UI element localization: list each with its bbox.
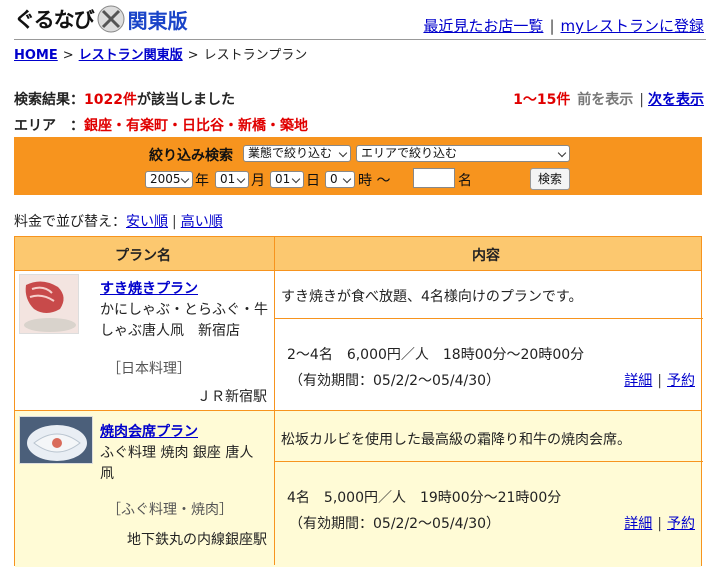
detail-link[interactable]: 詳細: [624, 516, 652, 532]
table-row: 焼肉会席プラン ふぐ料理 焼肉 銀座 唐人凧 ［ふぐ料理・焼肉］ 地下鉄丸の内線…: [15, 410, 703, 567]
people-input[interactable]: [413, 168, 455, 188]
shop-name: かにしゃぶ・とらふぐ・牛しゃぶ唐人凧 新宿店: [100, 302, 268, 339]
shop-name: ふぐ料理 焼肉 銀座 唐人凧: [100, 445, 254, 482]
station: 地下鉄丸の内線銀座駅: [127, 532, 267, 548]
table-row: すき焼きプラン かにしゃぶ・とらふぐ・牛しゃぶ唐人凧 新宿店 ［日本料理］ ＪＲ…: [15, 270, 703, 410]
top-nav: 最近見たお店一覧 | myレストランに登録: [423, 17, 705, 35]
search-result-summary: 検索結果：1022件が該当しました: [14, 92, 235, 108]
reserve-link[interactable]: 予約: [667, 373, 695, 389]
plan-thumbnail: [19, 274, 79, 334]
header-content: 内容: [472, 248, 500, 264]
header-divider: [14, 39, 706, 40]
genre: ［日本料理］: [107, 361, 191, 377]
plan-validity: （有効期間：05/2/2〜05/4/30）: [289, 373, 501, 389]
header-plan-name: プラン名: [115, 248, 171, 264]
fork-knife-icon: [97, 5, 125, 33]
plan-name-link[interactable]: 焼肉会席プラン: [100, 421, 198, 441]
day-select[interactable]: 01: [270, 171, 304, 188]
plan-links: 詳細 | 予約: [624, 373, 695, 389]
genre: ［ふぐ料理・焼肉］: [107, 502, 233, 518]
breadcrumb-kanto[interactable]: レストラン関東版: [79, 48, 183, 63]
plan-detail: 4名 5,000円／人 19時00分〜21時00分: [287, 490, 562, 506]
hour-select[interactable]: 0: [325, 171, 355, 188]
breadcrumb-home[interactable]: HOME: [14, 48, 58, 63]
page-range: 1〜15件: [513, 92, 571, 108]
area-value: 銀座・有楽町・日比谷・新橋・築地: [84, 118, 308, 134]
pager: 1〜15件 前を表示 | 次を表示: [513, 92, 704, 108]
breadcrumb-current: レストランプラン: [203, 48, 308, 63]
area-select[interactable]: エリアで絞り込む: [356, 145, 570, 162]
reserve-link[interactable]: 予約: [667, 516, 695, 532]
detail-link[interactable]: 詳細: [624, 373, 652, 389]
search-button[interactable]: 検索: [530, 168, 570, 190]
plan-description: 松坂カルビを使用した最高級の霜降り和牛の焼肉会席。: [281, 432, 631, 448]
logo-text: ぐるなび: [14, 8, 95, 32]
year-select[interactable]: 2005: [145, 171, 193, 188]
site-logo[interactable]: ぐるなび 関東版: [14, 5, 188, 33]
recent-shops-link[interactable]: 最近見たお店一覧: [423, 17, 543, 35]
column-divider: [274, 237, 275, 565]
sort-bar: 料金で並び替え：安い順 | 高い順: [14, 214, 223, 230]
next-page-link[interactable]: 次を表示: [648, 92, 704, 108]
business-type-select[interactable]: 業態で絞り込む: [243, 145, 351, 162]
filter-label: 絞り込み検索: [149, 148, 233, 164]
plan-validity: （有効期間：05/2/2〜05/4/30）: [289, 516, 501, 532]
table-header: プラン名 内容: [15, 237, 701, 270]
my-restaurant-link[interactable]: myレストランに登録: [561, 17, 705, 35]
plan-table: プラン名 内容 すき焼きプラン かにしゃぶ・とらふぐ・牛しゃぶ唐人凧 新宿店 ［…: [14, 236, 703, 567]
sort-expensive-link[interactable]: 高い順: [181, 214, 223, 230]
area-summary: エリア ：銀座・有楽町・日比谷・新橋・築地: [14, 118, 308, 134]
breadcrumb: HOME > レストラン関東版 > レストランプラン: [14, 48, 308, 63]
month-select[interactable]: 01: [215, 171, 249, 188]
station: ＪＲ新宿駅: [197, 389, 267, 405]
plan-name-link[interactable]: すき焼きプラン: [100, 278, 198, 298]
filter-panel: 絞り込み検索 業態で絞り込む エリアで絞り込む 2005 年 01 月 01 日…: [14, 137, 702, 195]
region-label: 関東版: [127, 8, 188, 33]
plan-links: 詳細 | 予約: [624, 516, 695, 532]
result-count: 1022件: [84, 92, 137, 108]
plan-thumbnail: [19, 416, 93, 464]
plan-detail: 2〜4名 6,000円／人 18時00分〜20時00分: [287, 347, 585, 363]
plan-description: すき焼きが食べ放題、4名様向けのプランです。: [281, 289, 583, 305]
sort-cheap-link[interactable]: 安い順: [126, 214, 168, 230]
prev-page: 前を表示: [577, 92, 634, 108]
